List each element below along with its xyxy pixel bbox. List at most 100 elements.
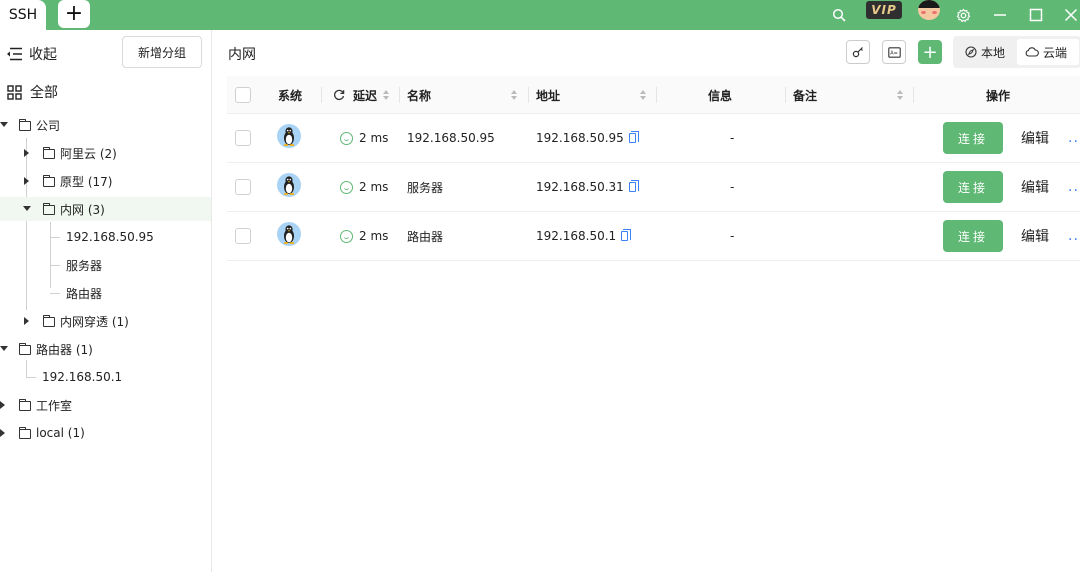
add-tab-button[interactable]: +	[58, 0, 90, 28]
connect-button[interactable]: 连接	[943, 122, 1003, 154]
import-button[interactable]: A=	[882, 40, 906, 64]
smile-icon	[340, 131, 353, 145]
key-icon	[852, 47, 863, 58]
info-cell: -	[730, 131, 735, 145]
name-cell: 192.168.50.95	[407, 131, 495, 145]
seg-local-label: 本地	[981, 45, 1006, 60]
seg-cloud-label: 云端	[1043, 45, 1068, 60]
col-divider	[399, 87, 400, 103]
connect-button[interactable]: 连接	[943, 220, 1003, 252]
col-remark[interactable]: 备注	[793, 76, 817, 114]
address-value: 192.168.50.95	[536, 131, 624, 145]
page-title: 内网	[228, 47, 256, 63]
latency-value: 2 ms	[359, 229, 389, 243]
key-button[interactable]	[846, 40, 870, 64]
copy-icon[interactable]	[628, 131, 639, 143]
sort-icon[interactable]	[640, 90, 647, 101]
address-value: 192.168.50.31	[536, 180, 624, 194]
edit-button[interactable]: 编辑	[1021, 212, 1049, 260]
col-info: 信息	[708, 88, 733, 103]
col-divider	[913, 87, 914, 103]
caret-down-icon[interactable]	[0, 346, 8, 351]
tree-item-label: 公司	[36, 118, 61, 133]
tree-item-label: 内网穿透 (1)	[60, 314, 129, 329]
folder-icon	[42, 175, 55, 187]
tree-item-aliyun[interactable]: 阿里云 (2)	[0, 141, 211, 165]
tree-item-host[interactable]: 服务器	[0, 253, 211, 277]
seg-local[interactable]: 本地	[957, 39, 1013, 65]
col-latency[interactable]: 延迟	[353, 76, 377, 114]
tree-item-label: 工作室	[36, 398, 73, 413]
folder-icon	[18, 399, 31, 411]
sort-icon[interactable]	[511, 90, 518, 101]
tree-item-tunnel[interactable]: 内网穿透 (1)	[0, 309, 211, 333]
folder-icon	[42, 203, 55, 215]
card-icon: A=	[887, 46, 901, 58]
col-address[interactable]: 地址	[536, 76, 560, 114]
vip-badge[interactable]: VIP	[866, 1, 902, 19]
folder-icon	[18, 343, 31, 355]
grid-icon	[7, 84, 22, 100]
tree-item-intranet[interactable]: 内网 (3)	[0, 197, 211, 221]
add-host-button[interactable]: +	[918, 40, 942, 64]
tree-item-label: 192.168.50.1	[42, 370, 123, 384]
caret-right-icon[interactable]	[24, 317, 29, 325]
caret-right-icon[interactable]	[0, 401, 5, 409]
user-avatar[interactable]	[918, 0, 940, 20]
row-checkbox[interactable]	[235, 228, 251, 244]
table-row[interactable]: 2 ms 192.168.50.95 192.168.50.95 - 连接 编辑…	[227, 114, 1080, 163]
caret-right-icon[interactable]	[24, 149, 29, 157]
table-row[interactable]: 2 ms 路由器 192.168.50.1 - 连接 编辑 ...	[227, 212, 1080, 261]
table-row[interactable]: 2 ms 服务器 192.168.50.31 - 连接 编辑 ...	[227, 163, 1080, 212]
tree-item-local[interactable]: local (1)	[0, 421, 211, 445]
latency-cell: 2 ms	[340, 212, 388, 260]
edit-button[interactable]: 编辑	[1021, 114, 1049, 162]
connect-button[interactable]: 连接	[943, 171, 1003, 203]
more-button[interactable]: ...	[1068, 212, 1080, 260]
col-name[interactable]: 名称	[407, 76, 431, 114]
svg-text:A=: A=	[890, 50, 898, 56]
table-header: 系统 延迟 名称 地址 信息 备注 操作	[227, 76, 1080, 114]
row-checkbox[interactable]	[235, 179, 251, 195]
edit-button[interactable]: 编辑	[1021, 163, 1049, 211]
tree-item-host[interactable]: 192.168.50.1	[0, 365, 211, 389]
tree-item-studio[interactable]: 工作室	[0, 393, 211, 417]
tab-ssh[interactable]: SSH	[0, 0, 46, 30]
tree-item-host[interactable]: 路由器	[0, 281, 211, 305]
caret-down-icon[interactable]	[0, 122, 8, 127]
tree-item-host[interactable]: 192.168.50.95	[0, 225, 211, 249]
collapse-button[interactable]: 收起	[6, 44, 57, 64]
gear-icon[interactable]	[954, 0, 972, 30]
copy-icon[interactable]	[621, 229, 632, 241]
sort-icon[interactable]	[897, 90, 904, 101]
more-button[interactable]: ...	[1068, 114, 1080, 162]
caret-right-icon[interactable]	[0, 429, 5, 437]
seg-cloud[interactable]: 云端	[1017, 39, 1079, 65]
linux-penguin-icon	[277, 173, 301, 197]
tree-item-company[interactable]: 公司	[0, 113, 211, 137]
search-icon[interactable]	[830, 0, 848, 30]
tree-item-router-group[interactable]: 路由器 (1)	[0, 337, 211, 361]
copy-icon[interactable]	[628, 180, 639, 192]
caret-right-icon[interactable]	[24, 177, 29, 185]
select-all-checkbox[interactable]	[235, 87, 251, 103]
caret-down-icon[interactable]	[23, 206, 31, 211]
close-icon[interactable]	[1062, 0, 1080, 30]
compass-icon	[965, 46, 977, 58]
all-hosts-item[interactable]: 全部	[7, 82, 58, 102]
sort-icon[interactable]	[383, 90, 390, 101]
more-button[interactable]: ...	[1068, 163, 1080, 211]
col-system: 系统	[278, 88, 303, 103]
tree-item-label: 服务器	[66, 258, 103, 273]
cloud-icon	[1025, 47, 1039, 57]
minimize-icon[interactable]	[990, 0, 1010, 30]
tree-item-label: 路由器	[66, 286, 103, 301]
address-cell: 192.168.50.95	[536, 114, 639, 162]
row-checkbox[interactable]	[235, 130, 251, 146]
maximize-icon[interactable]	[1026, 0, 1046, 30]
tree-item-prototype[interactable]: 原型 (17)	[0, 169, 211, 193]
new-group-button[interactable]: 新增分组	[122, 36, 202, 68]
info-cell: -	[730, 180, 735, 194]
folder-icon	[42, 147, 55, 159]
refresh-latency-button[interactable]	[333, 76, 345, 114]
